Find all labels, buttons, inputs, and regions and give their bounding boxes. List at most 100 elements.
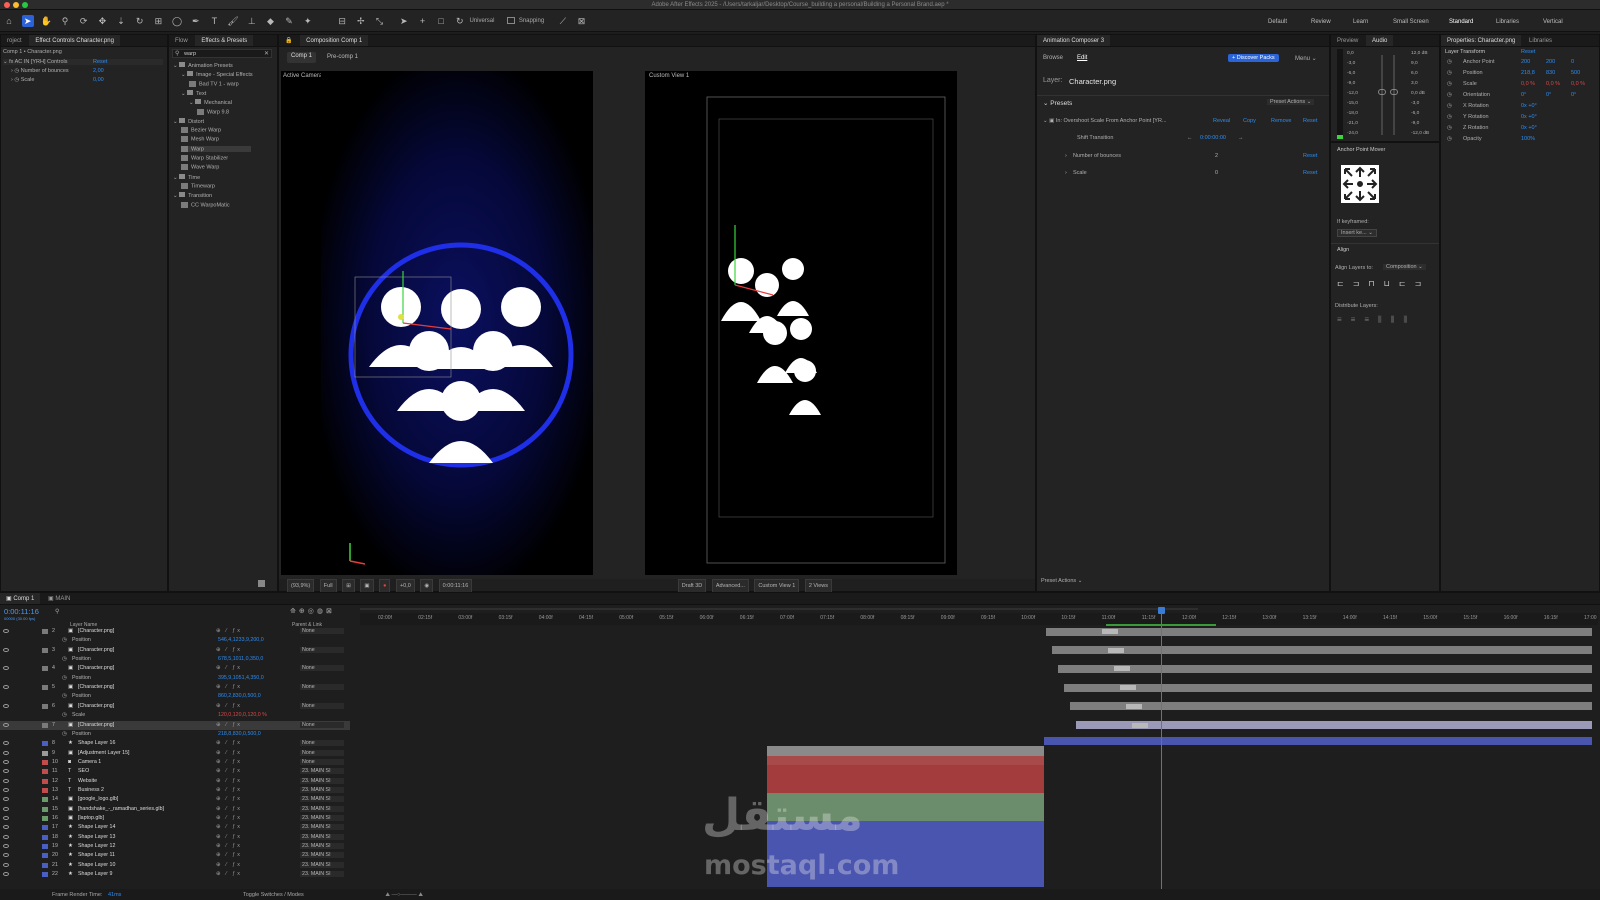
mask-toggle-icon[interactable]: ▣ xyxy=(360,579,374,593)
timeline-layer-row[interactable]: 17 ★ Shape Layer 14 ⊕ ⁄ ƒx 23. MAIN SI xyxy=(0,823,350,832)
stopwatch-icon[interactable]: ◷ xyxy=(1447,81,1452,87)
transform-prop-value[interactable]: 0° xyxy=(1571,92,1576,98)
layer-switches[interactable]: ⊕ ⁄ ƒx xyxy=(216,778,242,784)
layer-name[interactable]: Shape Layer 13 xyxy=(78,834,115,840)
eye-icon[interactable] xyxy=(3,862,9,867)
snapping-label[interactable]: Snapping xyxy=(519,18,544,24)
eye-icon[interactable] xyxy=(3,741,9,746)
label-color[interactable] xyxy=(42,769,48,775)
layer-switches[interactable]: ⊕ ⁄ ƒx xyxy=(216,722,242,728)
property-row[interactable]: ◷ Scale 120,0,120,0,120,0 % xyxy=(0,711,350,720)
parent-dropdown[interactable]: 23. MAIN SI xyxy=(300,852,344,859)
pan-behind-tool-icon[interactable]: ⊞ xyxy=(152,15,164,27)
layer-switches[interactable]: ⊕ ⁄ ƒx xyxy=(216,862,242,868)
layer-name[interactable]: [Character.png] xyxy=(78,628,114,634)
tab-properties[interactable]: Properties: Character.png xyxy=(1441,35,1522,46)
rotate-tool-icon[interactable]: ↻ xyxy=(134,15,146,27)
custom-view-viewer[interactable]: Custom View 1 xyxy=(645,71,957,575)
effects-tree-item[interactable]: Warp 9.8 xyxy=(197,108,229,115)
effects-tree-item[interactable]: ⌄ Distort xyxy=(173,117,204,125)
universal-label[interactable]: Universal xyxy=(469,18,494,24)
universal-icon[interactable]: ↻ xyxy=(454,15,466,27)
effects-search[interactable]: ⚲ warp ✕ xyxy=(172,49,272,58)
label-color[interactable] xyxy=(42,806,48,812)
stopwatch-icon[interactable]: ◷ xyxy=(62,712,67,718)
playhead[interactable] xyxy=(1161,607,1162,889)
workspace-small-screen[interactable]: Small Screen xyxy=(1393,19,1429,25)
transform-prop-value[interactable]: 0x +0° xyxy=(1521,114,1537,120)
eye-icon[interactable] xyxy=(3,759,9,764)
transform-prop-value[interactable]: 0,0 % xyxy=(1521,81,1535,87)
label-color[interactable] xyxy=(42,722,48,728)
stopwatch-icon[interactable]: ◷ xyxy=(62,675,67,681)
label-color[interactable] xyxy=(42,703,48,709)
stopwatch-icon[interactable]: ◷ xyxy=(62,731,67,737)
anchor-point-handle[interactable] xyxy=(398,314,404,320)
label-color[interactable] xyxy=(42,844,48,850)
align-target-dropdown[interactable]: Composition ⌄ xyxy=(1383,264,1426,270)
tab-main-timeline[interactable]: ▣ MAIN xyxy=(42,593,76,604)
workspace-standard[interactable]: Standard xyxy=(1449,19,1473,25)
effects-tree-item[interactable]: Mesh Warp xyxy=(181,136,219,143)
label-color[interactable] xyxy=(42,787,48,793)
presets-section[interactable]: ⌄ Presets xyxy=(1043,99,1072,107)
keyframe-marker[interactable] xyxy=(1126,703,1142,709)
time-ruler[interactable]: 02:00f 02:15f 03:00f 03:15f 04:00f 04:15f 05:0… xyxy=(360,613,1598,625)
pan-tool-icon[interactable]: ✥ xyxy=(96,15,108,27)
timeline-layer-row[interactable]: 15 ▣ [handshake_-_ramadhan_series.glb] ⊕ ⁄ … xyxy=(0,805,350,814)
anchor-arrows-icon[interactable] xyxy=(1341,165,1379,203)
eye-icon[interactable] xyxy=(3,666,9,671)
home-icon[interactable]: ⌂ xyxy=(3,15,15,27)
effects-tree-item[interactable]: Timewarp xyxy=(181,182,215,189)
active-camera-viewer[interactable]: Active Camera (Camera 2) xyxy=(281,71,593,575)
transform-prop-value[interactable]: 0x +0° xyxy=(1521,125,1537,131)
transform-prop-value[interactable]: 500 xyxy=(1571,70,1580,76)
layer-switches[interactable]: ⊕ ⁄ ƒx xyxy=(216,796,242,802)
zoom-tool-icon[interactable]: ⚲ xyxy=(59,15,71,27)
distribute-buttons-row[interactable]: ≡≡≡⫼⫼⫼ xyxy=(1337,315,1437,325)
timeline-layer-row[interactable]: 19 ★ Shape Layer 12 ⊕ ⁄ ƒx 23. MAIN SI xyxy=(0,842,350,851)
layer-switches[interactable]: ⊕ ⁄ ƒx xyxy=(216,834,242,840)
transform-prop-value[interactable]: 0,0 % xyxy=(1546,81,1560,87)
workspace-vertical[interactable]: Vertical xyxy=(1543,19,1563,25)
timeline-zoom-slider[interactable]: ⛰ —○——— ⛰ xyxy=(385,892,423,898)
transform-reset[interactable]: Reset xyxy=(1521,49,1535,55)
pen-tool-icon[interactable]: ✒ xyxy=(190,15,202,27)
orbit-tool-icon[interactable]: ⟳ xyxy=(78,15,90,27)
chevron-down-icon[interactable]: ⌄ fx xyxy=(3,59,15,65)
property-row[interactable]: ◷ Position 218,8,830,0,500,0 xyxy=(0,730,350,739)
grid-toggle-icon[interactable]: ⊞ xyxy=(342,579,355,593)
menu-dropdown[interactable]: Menu ⌄ xyxy=(1295,55,1317,62)
character-layer-bar[interactable] xyxy=(1058,664,1592,673)
close-window-button[interactable] xyxy=(4,2,10,8)
preset-copy-button[interactable]: Copy xyxy=(1243,118,1256,124)
audio-slider-track-l[interactable] xyxy=(1381,55,1383,135)
layer-name[interactable]: Shape Layer 10 xyxy=(78,862,115,868)
layer-switches[interactable]: ⊕ ⁄ ƒx xyxy=(216,768,242,774)
eye-icon[interactable] xyxy=(3,806,9,811)
parent-dropdown[interactable]: 23. MAIN SI xyxy=(300,796,344,803)
viewer-timecode[interactable]: 0:00:11:16 xyxy=(438,579,473,593)
label-color[interactable] xyxy=(42,834,48,840)
stopwatch-icon[interactable]: ◷ xyxy=(62,693,67,699)
timeline-layer-row[interactable]: 4 ▣ [Character.png] ⊕ ⁄ ƒx None xyxy=(0,664,350,673)
label-color[interactable] xyxy=(42,685,48,691)
eye-icon[interactable] xyxy=(3,722,9,727)
param-scale-value[interactable]: 0 xyxy=(1215,170,1218,176)
type-tool-icon[interactable]: T xyxy=(208,15,220,27)
layer-switches[interactable]: ⊕ ⁄ ƒx xyxy=(216,703,242,709)
footer-preset-actions[interactable]: Preset Actions ⌄ xyxy=(1041,578,1082,584)
transform-prop-value[interactable]: 0° xyxy=(1521,92,1526,98)
layer-name[interactable]: SEO xyxy=(78,768,89,774)
toggle-switches-modes[interactable]: Toggle Switches / Modes xyxy=(243,892,304,898)
eye-icon[interactable] xyxy=(3,629,9,633)
label-color[interactable] xyxy=(42,797,48,803)
audio-slider-right[interactable] xyxy=(1390,89,1398,95)
eye-icon[interactable] xyxy=(3,844,9,849)
transform-prop-value[interactable]: 830 xyxy=(1546,70,1555,76)
effects-tree-item[interactable]: CC WarpoMatic xyxy=(181,201,230,208)
layer-name[interactable]: Shape Layer 16 xyxy=(78,740,115,746)
param-bounces-reset[interactable]: Reset xyxy=(1303,153,1317,159)
square-icon[interactable]: □ xyxy=(435,15,447,27)
transform-prop-value[interactable]: 100% xyxy=(1521,136,1535,142)
